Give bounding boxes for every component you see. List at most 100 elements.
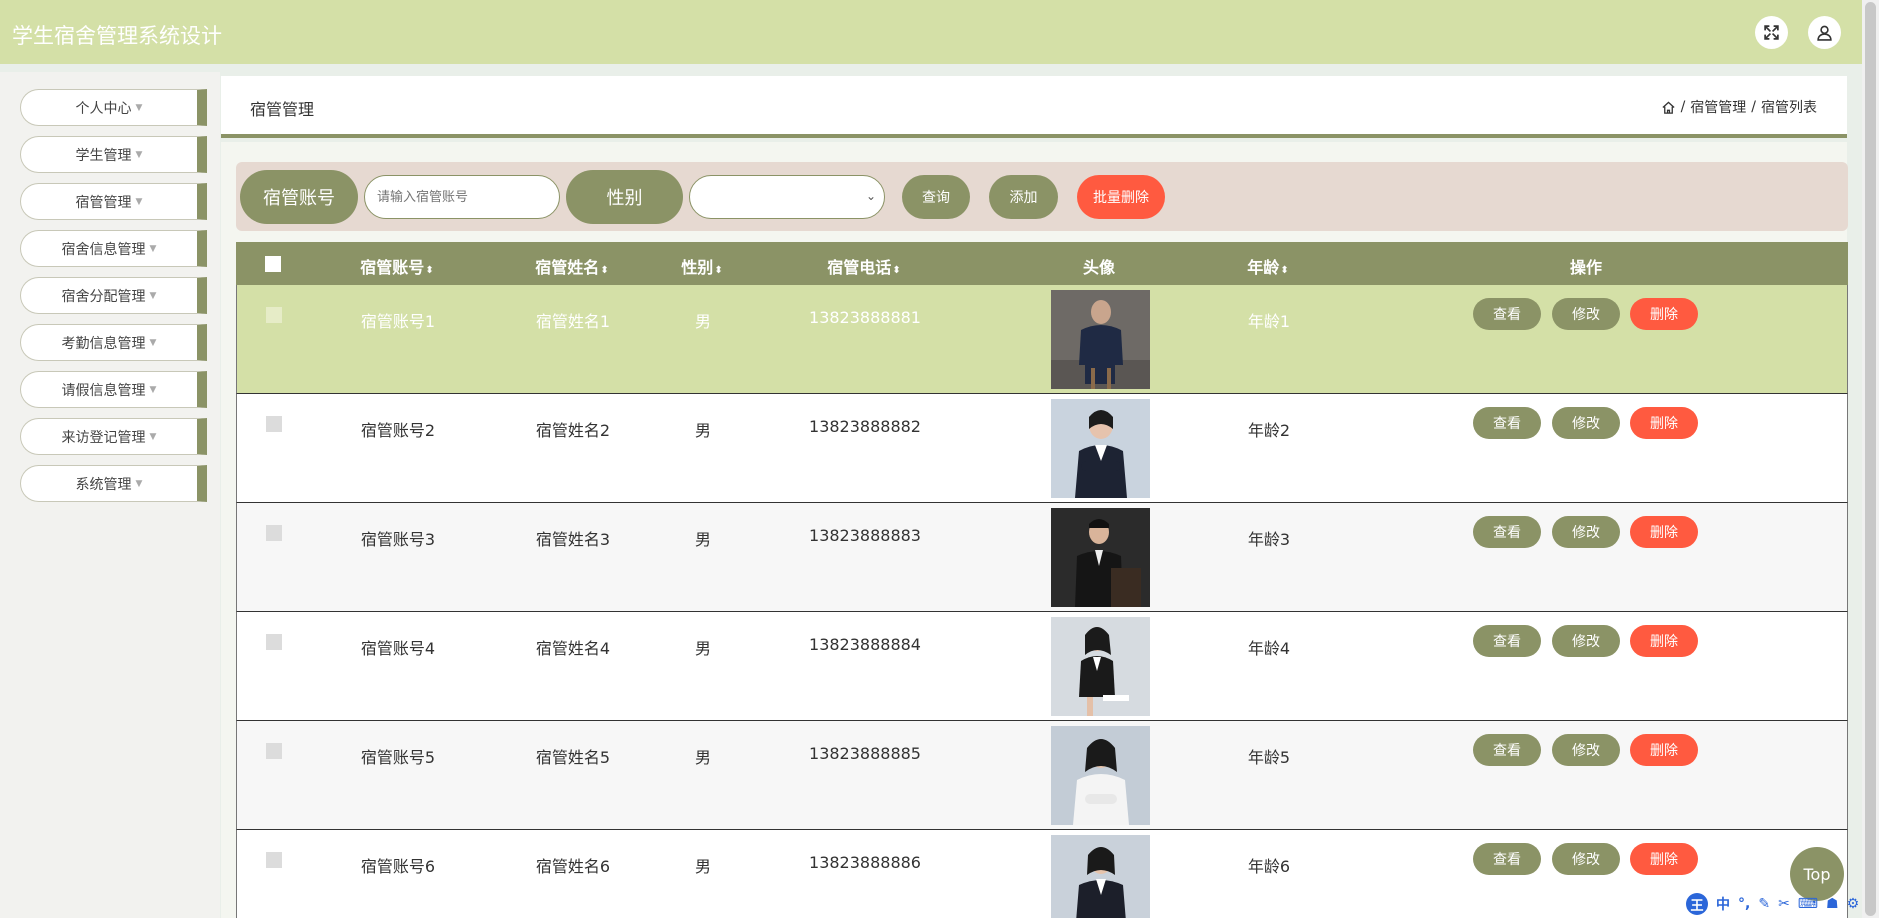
edit-button[interactable]: 修改 bbox=[1552, 516, 1620, 548]
view-button[interactable]: 查看 bbox=[1473, 298, 1541, 330]
avatar bbox=[1051, 617, 1150, 716]
view-button[interactable]: 查看 bbox=[1473, 625, 1541, 657]
sort-icon[interactable]: ⬍ bbox=[1280, 265, 1288, 276]
chevron-down-icon: ▼ bbox=[135, 149, 143, 160]
row-checkbox[interactable] bbox=[266, 416, 282, 432]
ime-mode-indicator[interactable]: 中 bbox=[1716, 894, 1730, 914]
sidebar-item-visitor-management[interactable]: 来访登记管理 ▼ bbox=[20, 418, 207, 455]
row-checkbox[interactable] bbox=[266, 743, 282, 759]
table-row[interactable]: 宿管账号1 宿管姓名1 男 13823888881 年龄1 查看 修改 删除 bbox=[236, 285, 1848, 394]
cell-gender: 男 bbox=[694, 639, 712, 658]
delete-button[interactable]: 删除 bbox=[1630, 843, 1698, 875]
table-row[interactable]: 宿管账号5 宿管姓名5 男 13823888885 年龄5 查看 修改 删除 bbox=[236, 721, 1848, 830]
keyboard-icon[interactable]: ⌨ bbox=[1798, 896, 1818, 912]
table-row[interactable]: 宿管账号3 宿管姓名3 男 13823888883 年龄3 查看 修改 删除 bbox=[236, 503, 1848, 612]
settings-gear-icon[interactable]: ⚙ bbox=[1847, 896, 1860, 912]
chevron-down-icon: ▼ bbox=[135, 102, 143, 113]
chevron-down-icon: ▼ bbox=[149, 243, 157, 254]
breadcrumb-item[interactable]: 宿管管理 bbox=[1690, 97, 1746, 117]
column-header-actions: 操作 bbox=[1569, 258, 1603, 277]
table-row[interactable]: 宿管账号6 宿管姓名6 男 13823888886 年龄6 查看 修改 删除 bbox=[236, 830, 1848, 918]
cell-gender: 男 bbox=[694, 421, 712, 440]
delete-button[interactable]: 删除 bbox=[1630, 298, 1698, 330]
view-button[interactable]: 查看 bbox=[1473, 516, 1541, 548]
sidebar-item-dorm-info-management[interactable]: 宿舍信息管理 ▼ bbox=[20, 230, 207, 267]
cell-name: 宿管姓名2 bbox=[535, 421, 611, 440]
cell-age: 年龄6 bbox=[1247, 857, 1291, 876]
pen-icon[interactable]: ✎ bbox=[1758, 896, 1770, 912]
gender-select[interactable]: ⌄ bbox=[689, 175, 885, 219]
edit-button[interactable]: 修改 bbox=[1552, 734, 1620, 766]
punctuation-icon[interactable]: °, bbox=[1738, 896, 1750, 912]
row-checkbox[interactable] bbox=[266, 634, 282, 650]
cell-account: 宿管账号1 bbox=[360, 312, 436, 331]
delete-button[interactable]: 删除 bbox=[1630, 407, 1698, 439]
delete-button[interactable]: 删除 bbox=[1630, 516, 1698, 548]
delete-button[interactable]: 删除 bbox=[1630, 625, 1698, 657]
cell-phone: 13823888885 bbox=[809, 744, 921, 763]
sort-icon[interactable]: ⬍ bbox=[425, 265, 433, 276]
view-button[interactable]: 查看 bbox=[1473, 407, 1541, 439]
cell-phone: 13823888882 bbox=[809, 417, 921, 436]
select-all-checkbox[interactable] bbox=[265, 256, 281, 272]
row-checkbox[interactable] bbox=[266, 852, 282, 868]
sidebar-item-student-management[interactable]: 学生管理 ▼ bbox=[20, 136, 207, 173]
view-button[interactable]: 查看 bbox=[1473, 843, 1541, 875]
home-icon[interactable] bbox=[1661, 100, 1676, 115]
cell-account: 宿管账号6 bbox=[360, 857, 436, 876]
data-table: 宿管账号⬍ 宿管姓名⬍ 性别⬍ 宿管电话⬍ 头像 年龄⬍ 操作 宿管账号1 宿管… bbox=[236, 242, 1848, 918]
table-row[interactable]: 宿管账号2 宿管姓名2 男 13823888882 年龄2 查看 修改 删除 bbox=[236, 394, 1848, 503]
column-header-name[interactable]: 宿管姓名⬍ bbox=[535, 254, 608, 278]
sidebar-item-dorm-manager-management[interactable]: 宿管管理 ▼ bbox=[20, 183, 207, 220]
column-header-avatar: 头像 bbox=[1082, 258, 1116, 277]
sidebar-item-leave-management[interactable]: 请假信息管理 ▼ bbox=[20, 371, 207, 408]
cell-gender: 男 bbox=[694, 312, 712, 331]
view-button[interactable]: 查看 bbox=[1473, 734, 1541, 766]
query-button[interactable]: 查询 bbox=[902, 175, 970, 219]
table-row[interactable]: 宿管账号4 宿管姓名4 男 13823888884 年龄4 查看 修改 删除 bbox=[236, 612, 1848, 721]
sidebar-item-attendance-management[interactable]: 考勤信息管理 ▼ bbox=[20, 324, 207, 361]
batch-delete-button[interactable]: 批量删除 bbox=[1077, 175, 1165, 219]
cell-age: 年龄1 bbox=[1247, 312, 1291, 331]
cell-age: 年龄5 bbox=[1247, 748, 1291, 767]
row-checkbox[interactable] bbox=[266, 307, 282, 323]
row-checkbox[interactable] bbox=[266, 525, 282, 541]
add-button[interactable]: 添加 bbox=[989, 175, 1058, 219]
delete-button[interactable]: 删除 bbox=[1630, 734, 1698, 766]
edit-button[interactable]: 修改 bbox=[1552, 407, 1620, 439]
ime-logo-icon[interactable]: 王 bbox=[1686, 893, 1708, 915]
cell-account: 宿管账号4 bbox=[360, 639, 436, 658]
page-scrollbar[interactable] bbox=[1862, 0, 1879, 918]
page-title: 宿管管理 bbox=[250, 100, 315, 119]
cell-name: 宿管姓名1 bbox=[535, 312, 611, 331]
edit-button[interactable]: 修改 bbox=[1552, 843, 1620, 875]
sort-icon[interactable]: ⬍ bbox=[892, 265, 900, 276]
breadcrumb-item: 宿管列表 bbox=[1761, 100, 1817, 116]
column-header-phone[interactable]: 宿管电话⬍ bbox=[827, 254, 900, 278]
sidebar: 个人中心 ▼ 学生管理 ▼ 宿管管理 ▼ 宿舍信息管理 ▼ 宿舍分配管理 ▼ 考勤信息管理… bbox=[0, 72, 220, 918]
column-header-account[interactable]: 宿管账号⬍ bbox=[360, 254, 433, 278]
sidebar-item-dorm-allocation-management[interactable]: 宿舍分配管理 ▼ bbox=[20, 277, 207, 314]
sidebar-item-system-management[interactable]: 系统管理 ▼ bbox=[20, 465, 207, 502]
sidebar-item-personal-center[interactable]: 个人中心 ▼ bbox=[20, 89, 207, 126]
scrollbar-thumb[interactable] bbox=[1865, 2, 1876, 916]
gender-label: 性别 bbox=[566, 170, 683, 224]
skin-icon[interactable]: ☗ bbox=[1826, 896, 1839, 912]
fullscreen-button[interactable] bbox=[1755, 16, 1788, 49]
column-header-gender[interactable]: 性别⬍ bbox=[681, 254, 722, 278]
account-label: 宿管账号 bbox=[240, 170, 358, 224]
edit-button[interactable]: 修改 bbox=[1552, 298, 1620, 330]
scissors-icon[interactable]: ✂ bbox=[1778, 896, 1790, 912]
breadcrumb: / 宿管管理 / 宿管列表 bbox=[1661, 97, 1817, 117]
user-profile-button[interactable] bbox=[1808, 16, 1841, 49]
app-title: 学生宿舍管理系统设计 bbox=[12, 24, 222, 48]
sort-icon[interactable]: ⬍ bbox=[600, 265, 608, 276]
user-icon bbox=[1817, 25, 1832, 41]
column-header-age[interactable]: 年龄⬍ bbox=[1247, 254, 1288, 278]
account-search-input[interactable] bbox=[364, 175, 560, 219]
chevron-down-icon: ▼ bbox=[149, 337, 157, 348]
cell-phone: 13823888883 bbox=[809, 526, 921, 545]
search-bar: 宿管账号 性别 ⌄ 查询 添加 批量删除 bbox=[236, 162, 1848, 231]
edit-button[interactable]: 修改 bbox=[1552, 625, 1620, 657]
sort-icon[interactable]: ⬍ bbox=[714, 265, 722, 276]
